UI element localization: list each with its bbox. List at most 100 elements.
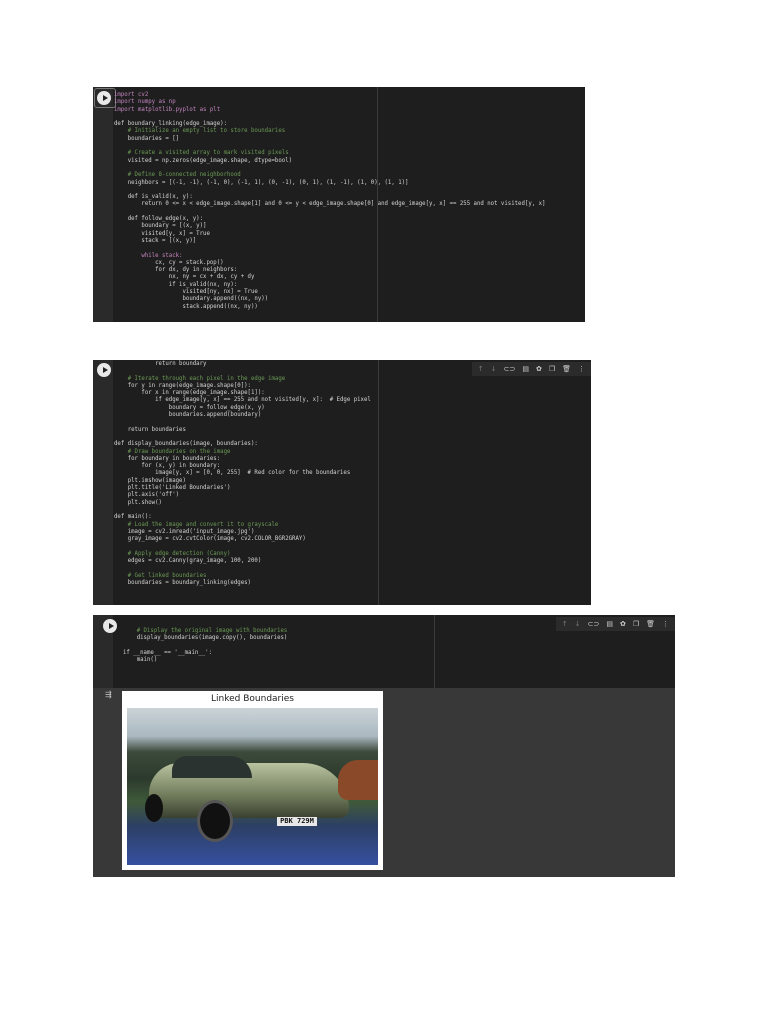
code-line: ​ — [114, 114, 545, 121]
code-line: boundary = [(x, y)] — [114, 223, 207, 230]
code-line: visited[ny, nx] = True — [114, 289, 258, 296]
code-line: neighbors = [(-1, -1), (-1, 0), (-1, 1),… — [114, 179, 409, 186]
code-line: def display_boundaries(image, boundaries… — [114, 441, 258, 448]
code-editor[interactable]: return boundary ​ # Iterate through each … — [114, 361, 371, 587]
move-up-icon[interactable]: ↑ — [562, 620, 568, 628]
code-line: while stack: — [114, 252, 183, 259]
code-line: for y in range(edge_image.shape[0]): — [114, 382, 251, 389]
code-line: for x in range(edge_image.shape[1]): — [114, 390, 265, 397]
code-line: image[y, x] = [0, 0, 255] # Red color fo… — [114, 470, 351, 477]
code-line: nx, ny = cx + dx, cy + dy — [114, 274, 255, 281]
code-line: ​ — [114, 143, 545, 150]
code-line: boundaries = boundary_linking(edges) — [114, 579, 251, 586]
ruler-divider — [434, 615, 435, 688]
code-line: boundaries = [] — [114, 135, 180, 142]
code-line: ​ — [114, 507, 371, 514]
code-line: stack.append((nx, ny)) — [114, 303, 258, 310]
code-line: ​ — [114, 543, 371, 550]
cell-output: ⇶ Linked Boundaries PBK 729M — [93, 688, 675, 877]
code-line: def follow_edge(x, y): — [114, 216, 204, 223]
code-line: for dx, dy in neighbors: — [114, 267, 238, 274]
more-icon[interactable]: ⋮ — [578, 365, 585, 373]
output-figure: Linked Boundaries PBK 729M — [122, 691, 383, 870]
link-icon[interactable]: ⊂⊃ — [504, 365, 516, 373]
code-line: boundaries.append(boundary) — [114, 412, 262, 419]
code-line: edges = cv2.Canny(gray_image, 100, 200) — [114, 558, 262, 565]
car-wheel-front — [197, 800, 233, 842]
code-line: plt.axis('off') — [114, 492, 180, 499]
car-image: PBK 729M — [127, 708, 378, 865]
code-line: plt.imshow(image) — [114, 477, 186, 484]
code-line: visited = np.zeros(edge_image.shape, dty… — [114, 157, 293, 164]
gear-icon[interactable]: ✿ — [620, 620, 626, 628]
code-line: import cv2 — [114, 92, 149, 98]
cell-gutter — [93, 360, 113, 605]
code-line: image = cv2.imread('input_image.jpg') — [114, 528, 255, 535]
code-line: plt.title('Linked Boundaries') — [114, 485, 231, 492]
code-line: ​ — [114, 187, 545, 194]
code-line: # Initialize an empty list to store boun… — [114, 128, 286, 135]
run-cell-button[interactable] — [103, 619, 117, 633]
code-line: # Load the image and convert it to grays… — [114, 521, 279, 528]
comment-icon[interactable]: ▤ — [606, 620, 613, 628]
move-down-icon[interactable]: ↓ — [575, 620, 581, 628]
code-cell-3[interactable]: # Display the original image with bounda… — [93, 615, 675, 877]
code-line: import numpy as np — [114, 99, 176, 106]
ruler-divider — [378, 360, 379, 605]
copy-icon[interactable]: ❐ — [549, 365, 555, 373]
code-cell-1[interactable]: import cv2 import numpy as np import matpl… — [93, 87, 585, 322]
code-line: boundary = follow_edge(x, y) — [114, 404, 265, 411]
code-line: ​ — [114, 565, 371, 572]
code-line: # Draw boundaries on the image — [114, 448, 231, 455]
code-line: return 0 <= x < edge_image.shape[1] and … — [114, 201, 546, 208]
code-line: visited[y, x] = True — [114, 230, 210, 237]
code-editor[interactable]: import cv2 import numpy as np import matpl… — [114, 92, 545, 311]
copy-icon[interactable]: ❐ — [633, 620, 639, 628]
code-line: if is_valid(nx, ny): — [114, 281, 238, 288]
gear-icon[interactable]: ✿ — [536, 365, 542, 373]
code-line: main() — [123, 657, 158, 664]
move-down-icon[interactable]: ↓ — [491, 365, 497, 373]
trash-icon[interactable]: 🗑 — [646, 620, 655, 628]
code-line: boundary.append((nx, ny)) — [114, 296, 269, 303]
code-line: plt.show() — [114, 499, 162, 506]
code-line: gray_image = cv2.cvtColor(image, cv2.COL… — [114, 536, 306, 543]
code-line: for boundary in boundaries: — [114, 455, 221, 462]
move-up-icon[interactable]: ↑ — [478, 365, 484, 373]
comment-icon[interactable]: ▤ — [522, 365, 529, 373]
code-line: if __name__ == '__main__': — [123, 649, 213, 656]
run-cell-button[interactable] — [97, 91, 111, 105]
code-line: ​ — [114, 245, 545, 252]
code-line: # Get linked boundaries — [114, 572, 207, 579]
code-line: # Create a visited array to mark visited… — [114, 150, 289, 157]
code-line: ​ — [114, 209, 545, 216]
code-line: ​ — [114, 419, 371, 426]
car-red-side — [338, 760, 378, 800]
code-line: ​ — [114, 165, 545, 172]
code-editor[interactable]: # Display the original image with bounda… — [123, 628, 287, 664]
code-line: ​ — [123, 643, 287, 650]
code-line: stack = [(x, y)] — [114, 237, 197, 244]
code-line: def main(): — [114, 514, 152, 521]
run-cell-button[interactable] — [97, 363, 111, 377]
figure-title: Linked Boundaries — [211, 694, 294, 704]
car-windshield — [172, 756, 252, 778]
cell-toolbar: ↑ ↓ ⊂⊃ ▤ ✿ ❐ 🗑 ⋮ — [471, 362, 591, 376]
cell-toolbar: ↑ ↓ ⊂⊃ ▤ ✿ ❐ 🗑 ⋮ — [555, 617, 675, 631]
link-icon[interactable]: ⊂⊃ — [588, 620, 600, 628]
code-line: def boundary_linking(edge_image): — [114, 121, 227, 128]
code-line: for (x, y) in boundary: — [114, 463, 221, 470]
code-line: # Define 8-connected neighborhood — [114, 172, 241, 179]
output-toggle-icon[interactable]: ⇶ — [105, 690, 112, 699]
code-line: return boundary — [114, 361, 207, 367]
cell-gutter — [93, 87, 113, 322]
code-line: cx, cy = stack.pop() — [114, 259, 224, 266]
license-plate: PBK 729M — [277, 817, 317, 826]
code-line: # Iterate through each pixel in the edge… — [114, 375, 286, 382]
code-line: import matplotlib.pyplot as plt — [114, 106, 221, 113]
code-line: def is_valid(x, y): — [114, 194, 193, 201]
code-line: ​ — [114, 434, 371, 441]
trash-icon[interactable]: 🗑 — [562, 365, 571, 373]
code-cell-2[interactable]: return boundary ​ # Iterate through each … — [93, 360, 591, 605]
more-icon[interactable]: ⋮ — [662, 620, 669, 628]
